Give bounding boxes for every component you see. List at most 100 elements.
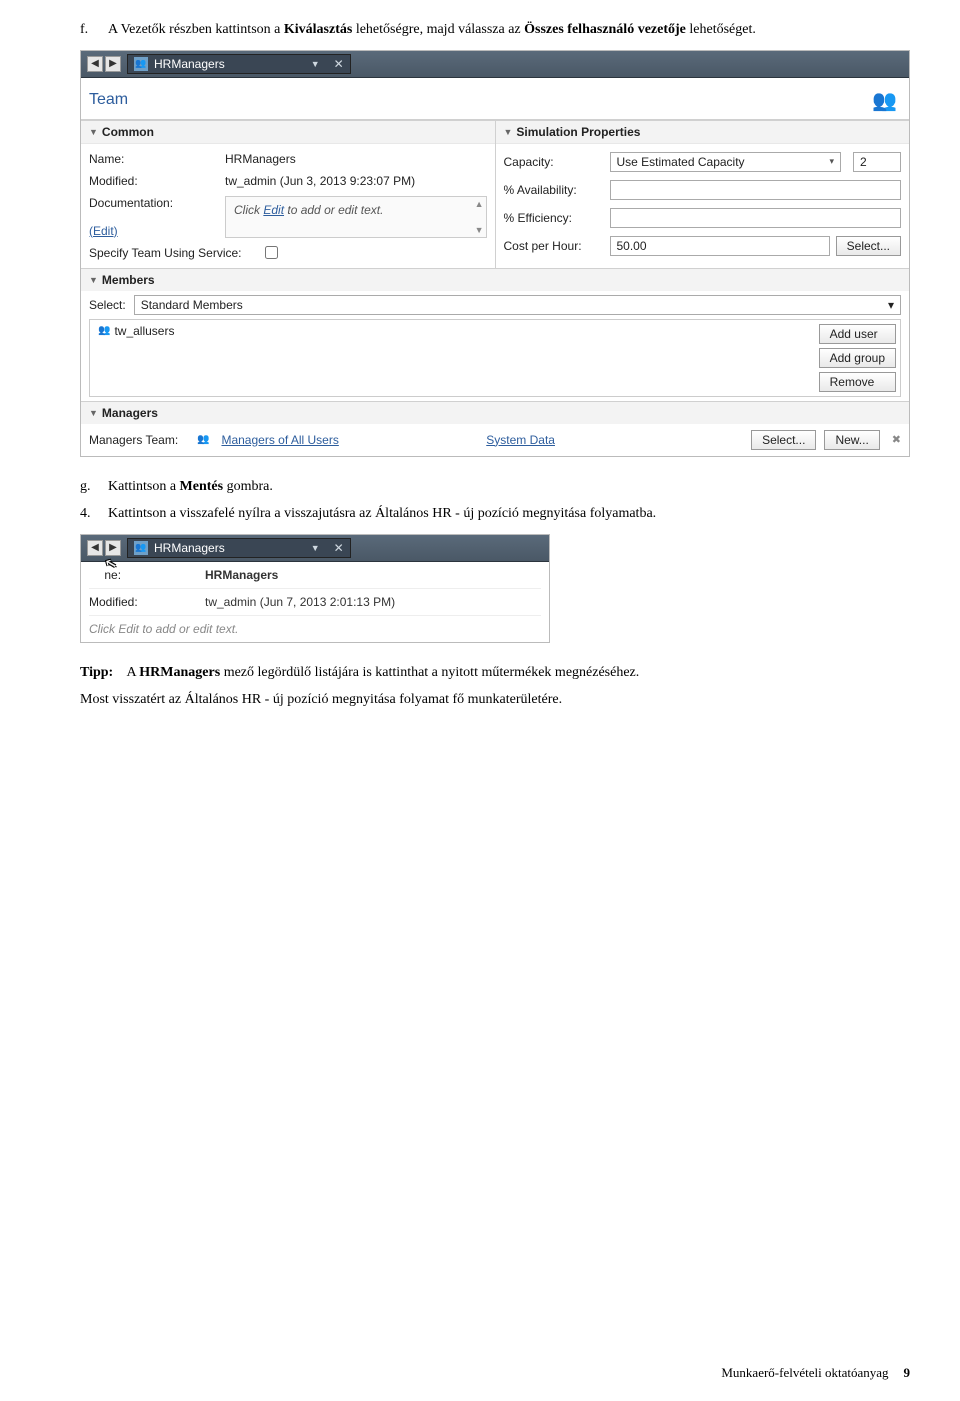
tip-label: Tipp: — [80, 665, 113, 680]
add-user-button[interactable]: Add user — [819, 324, 896, 344]
managers-select-button[interactable]: Select... — [751, 430, 816, 450]
team-icon: 👥 — [134, 57, 148, 71]
step-4: 4. Kattintson a visszafelé nyílra a viss… — [80, 504, 910, 524]
tab-hrmanagers[interactable]: 👥 HRManagers ▼ ✕ — [127, 538, 351, 558]
tip-1c: mező legördülő listájára is kattinthat a… — [220, 665, 639, 680]
tab-dropdown-icon[interactable]: ▼ — [311, 59, 320, 69]
page-title: Team — [89, 91, 128, 109]
modified-label: Modified: — [89, 174, 219, 188]
footer: Munkaerő-felvételi oktatóanyag 9 — [80, 1365, 910, 1381]
doc-pre: Click — [234, 203, 263, 217]
page-number: 9 — [904, 1365, 911, 1381]
step-g-body: Kattintson a Mentés gombra. — [108, 477, 910, 497]
capacity-label: Capacity: — [504, 155, 604, 169]
efficiency-label: % Efficiency: — [504, 211, 604, 225]
nav-back-button[interactable]: ◀ — [87, 56, 103, 72]
tab-label: HRManagers — [154, 541, 225, 555]
step-f-t2: lehetőségre, majd válassza az — [352, 22, 524, 37]
members-table: 👥 tw_allusers Add user Add group Remove — [89, 319, 901, 397]
step-f-b1: Kiválasztás — [284, 22, 352, 37]
members-heading: Members — [102, 273, 155, 287]
system-data-link[interactable]: System Data — [486, 433, 743, 447]
managers-team-label: Managers Team: — [89, 433, 189, 447]
edit-link[interactable]: (Edit) — [89, 224, 219, 238]
step-g: g. Kattintson a Mentés gombra. — [80, 477, 910, 497]
step-f: f. A Vezetők részben kattintson a Kivála… — [80, 20, 910, 40]
tip-1a: A — [126, 665, 139, 680]
tip-1b: HRManagers — [139, 665, 220, 680]
step-g-pre: Kattintson a — [108, 479, 180, 494]
screenshot-back-nav: ◀ ▶ 👥 HRManagers ▼ ✕ ↖ Nane: HRManagers … — [80, 534, 550, 643]
scroll-up-icon[interactable]: ▲ — [475, 199, 484, 209]
step-f-marker: f. — [80, 20, 108, 40]
step-f-t3: lehetőséget. — [686, 22, 756, 37]
members-select-label: Select: — [89, 298, 126, 312]
team-header: Team 👥 — [81, 78, 909, 120]
clear-icon[interactable]: ✖ — [892, 433, 901, 446]
availability-input[interactable] — [610, 180, 902, 200]
step-g-bold: Mentés — [180, 479, 224, 494]
modified-value: tw_admin (Jun 7, 2013 2:01:13 PM) — [205, 595, 541, 609]
managers-heading: Managers — [102, 406, 158, 420]
modified-label: Modified: — [89, 595, 199, 609]
doc-hint: Click Edit to add or edit text. — [89, 622, 541, 636]
simulation-heading: Simulation Properties — [516, 125, 640, 139]
name-label-partial: Nane: — [89, 568, 199, 582]
tab-dropdown-icon[interactable]: ▼ — [311, 543, 320, 553]
member-item[interactable]: 👥 tw_allusers — [98, 324, 807, 338]
capacity-select[interactable]: Use Estimated Capacity▾ — [610, 152, 842, 172]
documentation-field[interactable]: Click Edit to add or edit text. ▲ ▼ — [225, 196, 487, 238]
managers-row: Managers Team: 👥 Managers of All Users S… — [81, 424, 909, 456]
efficiency-input[interactable] — [610, 208, 902, 228]
titlebar: ◀ ▶ 👥 HRManagers ▼ ✕ — [81, 51, 909, 78]
tab-hrmanagers[interactable]: 👥 HRManagers ▼ ✕ — [127, 54, 351, 74]
step-g-post: gombra. — [223, 479, 273, 494]
twisty-icon[interactable]: ▼ — [89, 275, 98, 285]
member-name: tw_allusers — [114, 324, 174, 338]
specify-service-checkbox[interactable] — [265, 246, 278, 259]
panel-simulation: ▼Simulation Properties Capacity: Use Est… — [495, 121, 910, 268]
twisty-icon[interactable]: ▼ — [89, 127, 98, 137]
panel-common: ▼Common Name: HRManagers Modified: tw_ad… — [81, 121, 495, 268]
twisty-icon[interactable]: ▼ — [89, 408, 98, 418]
step-4-marker: 4. — [80, 504, 108, 524]
twisty-icon[interactable]: ▼ — [504, 127, 513, 137]
step-g-marker: g. — [80, 477, 108, 497]
users-icon: 👥 — [98, 325, 110, 336]
chevron-down-icon: ▾ — [888, 298, 894, 312]
nav-forward-button[interactable]: ▶ — [105, 56, 121, 72]
step-f-b2: Összes felhasználó vezetője — [524, 22, 686, 37]
members-select[interactable]: Standard Members▾ — [134, 295, 901, 315]
footer-text: Munkaerő-felvételi oktatóanyag — [721, 1365, 888, 1381]
capacity-input[interactable]: 2 — [853, 152, 901, 172]
cost-select-button[interactable]: Select... — [836, 236, 901, 256]
cost-label: Cost per Hour: — [504, 239, 604, 253]
modified-value: tw_admin (Jun 3, 2013 9:23:07 PM) — [225, 174, 487, 188]
tab-close-icon[interactable]: ✕ — [334, 57, 344, 71]
team-icon: 👥 — [134, 541, 148, 555]
availability-label: % Availability: — [504, 183, 604, 197]
step-4-body: Kattintson a visszafelé nyílra a visszaj… — [108, 504, 910, 524]
tab-label: HRManagers — [154, 57, 225, 71]
name-label: Name: — [89, 152, 219, 166]
tab-close-icon[interactable]: ✕ — [334, 541, 344, 555]
add-group-button[interactable]: Add group — [819, 348, 896, 368]
common-heading: Common — [102, 125, 154, 139]
name-value: HRManagers — [205, 568, 541, 582]
remove-button[interactable]: Remove — [819, 372, 896, 392]
doc-post: to add or edit text. — [284, 203, 383, 217]
managers-team-link[interactable]: Managers of All Users — [221, 433, 478, 447]
cost-input[interactable]: 50.00 — [610, 236, 830, 256]
managers-new-button[interactable]: New... — [824, 430, 879, 450]
chevron-down-icon: ▾ — [829, 156, 834, 167]
tip-paragraph-2: Most visszatért az Általános HR - új poz… — [80, 690, 910, 710]
specify-service-label: Specify Team Using Service: — [89, 246, 259, 260]
doc-edit-link[interactable]: Edit — [263, 203, 284, 217]
nav-back-button[interactable]: ◀ — [87, 540, 103, 556]
screenshot-team-editor: ◀ ▶ 👥 HRManagers ▼ ✕ Team 👥 ▼ Common Name… — [80, 50, 910, 457]
step-f-t1: A Vezetők részben kattintson a — [108, 22, 284, 37]
people-icon: 👥 — [872, 88, 897, 113]
documentation-label: Documentation: (Edit) — [89, 196, 219, 238]
scroll-down-icon[interactable]: ▼ — [475, 225, 484, 235]
team-icon: 👥 — [197, 434, 209, 445]
